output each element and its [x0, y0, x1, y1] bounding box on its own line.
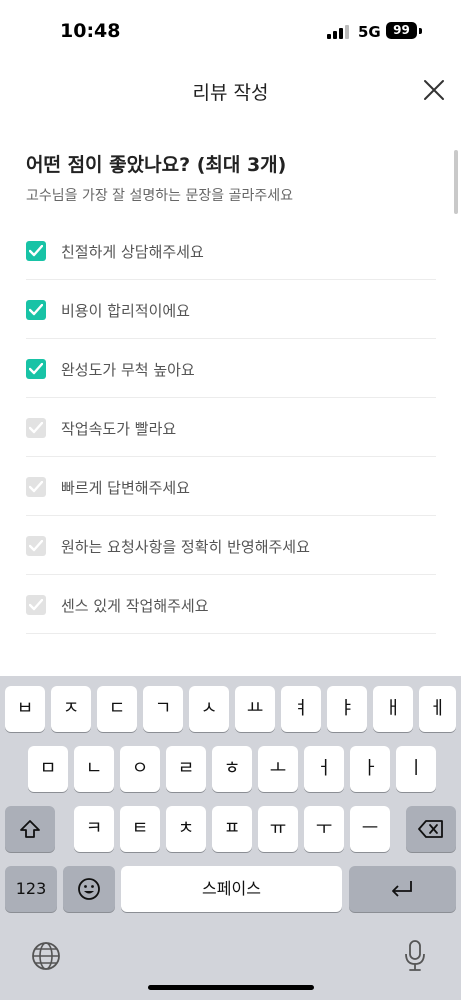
key[interactable]: ㅊ — [166, 806, 206, 852]
key[interactable]: ㅜ — [304, 806, 344, 852]
option-item[interactable]: 센스 있게 작업해주세요 — [26, 575, 436, 634]
key[interactable]: ㄴ — [74, 746, 114, 792]
key[interactable]: ㅡ — [350, 806, 390, 852]
emoji-icon — [78, 878, 100, 900]
backspace-icon — [418, 820, 443, 838]
key[interactable]: ㅎ — [212, 746, 252, 792]
check-icon — [29, 422, 43, 434]
key[interactable]: ㅔ — [419, 686, 456, 732]
key[interactable]: ㅑ — [327, 686, 367, 732]
shift-key[interactable] — [5, 806, 55, 852]
return-key[interactable] — [349, 866, 456, 912]
key[interactable]: ㅅ — [189, 686, 229, 732]
checkbox-checked[interactable] — [26, 300, 46, 320]
key[interactable]: ㅈ — [51, 686, 91, 732]
checkbox-disabled[interactable] — [26, 477, 46, 497]
key[interactable]: ㅐ — [373, 686, 413, 732]
status-time: 10:48 — [60, 20, 121, 42]
emoji-key[interactable] — [63, 866, 115, 912]
microphone-icon[interactable] — [404, 940, 426, 972]
check-icon — [29, 599, 43, 611]
checkbox-disabled[interactable] — [26, 418, 46, 438]
key[interactable]: ㅇ — [120, 746, 160, 792]
check-icon — [29, 363, 43, 375]
option-label: 원하는 요청사항을 정확히 반영해주세요 — [61, 538, 310, 556]
checkbox-checked[interactable] — [26, 359, 46, 379]
option-item[interactable]: 비용이 합리적이에요 — [26, 280, 436, 339]
check-icon — [29, 245, 43, 257]
option-item[interactable]: 친절하게 상담해주세요 — [26, 221, 436, 280]
option-label: 비용이 합리적이에요 — [61, 302, 190, 320]
close-icon[interactable] — [423, 79, 445, 101]
key[interactable]: ㅏ — [350, 746, 390, 792]
battery-icon: 99 — [386, 22, 417, 39]
option-label: 완성도가 무척 높아요 — [61, 361, 195, 379]
key[interactable]: ㅕ — [281, 686, 321, 732]
key[interactable]: ㄹ — [166, 746, 206, 792]
backspace-key[interactable] — [406, 806, 456, 852]
check-icon — [29, 304, 43, 316]
key[interactable]: ㅌ — [120, 806, 160, 852]
check-icon — [29, 481, 43, 493]
return-icon — [392, 881, 412, 897]
key[interactable]: ㅋ — [74, 806, 114, 852]
key[interactable]: ㅛ — [235, 686, 275, 732]
option-label: 빠르게 답변해주세요 — [61, 479, 190, 497]
numbers-key[interactable]: 123 — [5, 866, 57, 912]
page-title: 리뷰 작성 — [192, 82, 269, 104]
battery-tip — [419, 28, 422, 34]
shift-icon — [20, 820, 40, 838]
option-item[interactable]: 원하는 요청사항을 정확히 반영해주세요 — [26, 516, 436, 575]
key[interactable]: ㄱ — [143, 686, 183, 732]
option-label: 친절하게 상담해주세요 — [61, 243, 204, 261]
key[interactable]: ㅗ — [258, 746, 298, 792]
option-item[interactable]: 빠르게 답변해주세요 — [26, 457, 436, 516]
key[interactable]: ㅁ — [28, 746, 68, 792]
option-label: 센스 있게 작업해주세요 — [61, 597, 209, 615]
globe-icon[interactable] — [31, 941, 61, 971]
checkbox-checked[interactable] — [26, 241, 46, 261]
option-item[interactable]: 작업속도가 빨라요 — [26, 398, 436, 457]
checkbox-disabled[interactable] — [26, 595, 46, 615]
space-key[interactable]: 스페이스 — [121, 866, 342, 912]
key[interactable]: ㅓ — [304, 746, 344, 792]
status-bar: 10:48 5G 99 — [0, 0, 461, 62]
network-label: 5G — [358, 23, 381, 41]
option-label: 작업속도가 빨라요 — [61, 420, 177, 438]
key[interactable]: ㅂ — [5, 686, 45, 732]
key[interactable]: ㅣ — [396, 746, 436, 792]
option-item[interactable]: 완성도가 무척 높아요 — [26, 339, 436, 398]
checkbox-disabled[interactable] — [26, 536, 46, 556]
scrollbar[interactable] — [454, 150, 458, 214]
question-subtitle: 고수님을 가장 잘 설명하는 문장을 골라주세요 — [26, 188, 293, 204]
question-title: 어떤 점이 좋았나요? (최대 3개) — [26, 154, 287, 176]
check-icon — [29, 540, 43, 552]
header: 리뷰 작성 — [0, 62, 461, 118]
key[interactable]: ㅠ — [258, 806, 298, 852]
home-indicator[interactable] — [148, 985, 314, 990]
key[interactable]: ㅍ — [212, 806, 252, 852]
signal-icon — [327, 25, 349, 39]
key[interactable]: ㄷ — [97, 686, 137, 732]
